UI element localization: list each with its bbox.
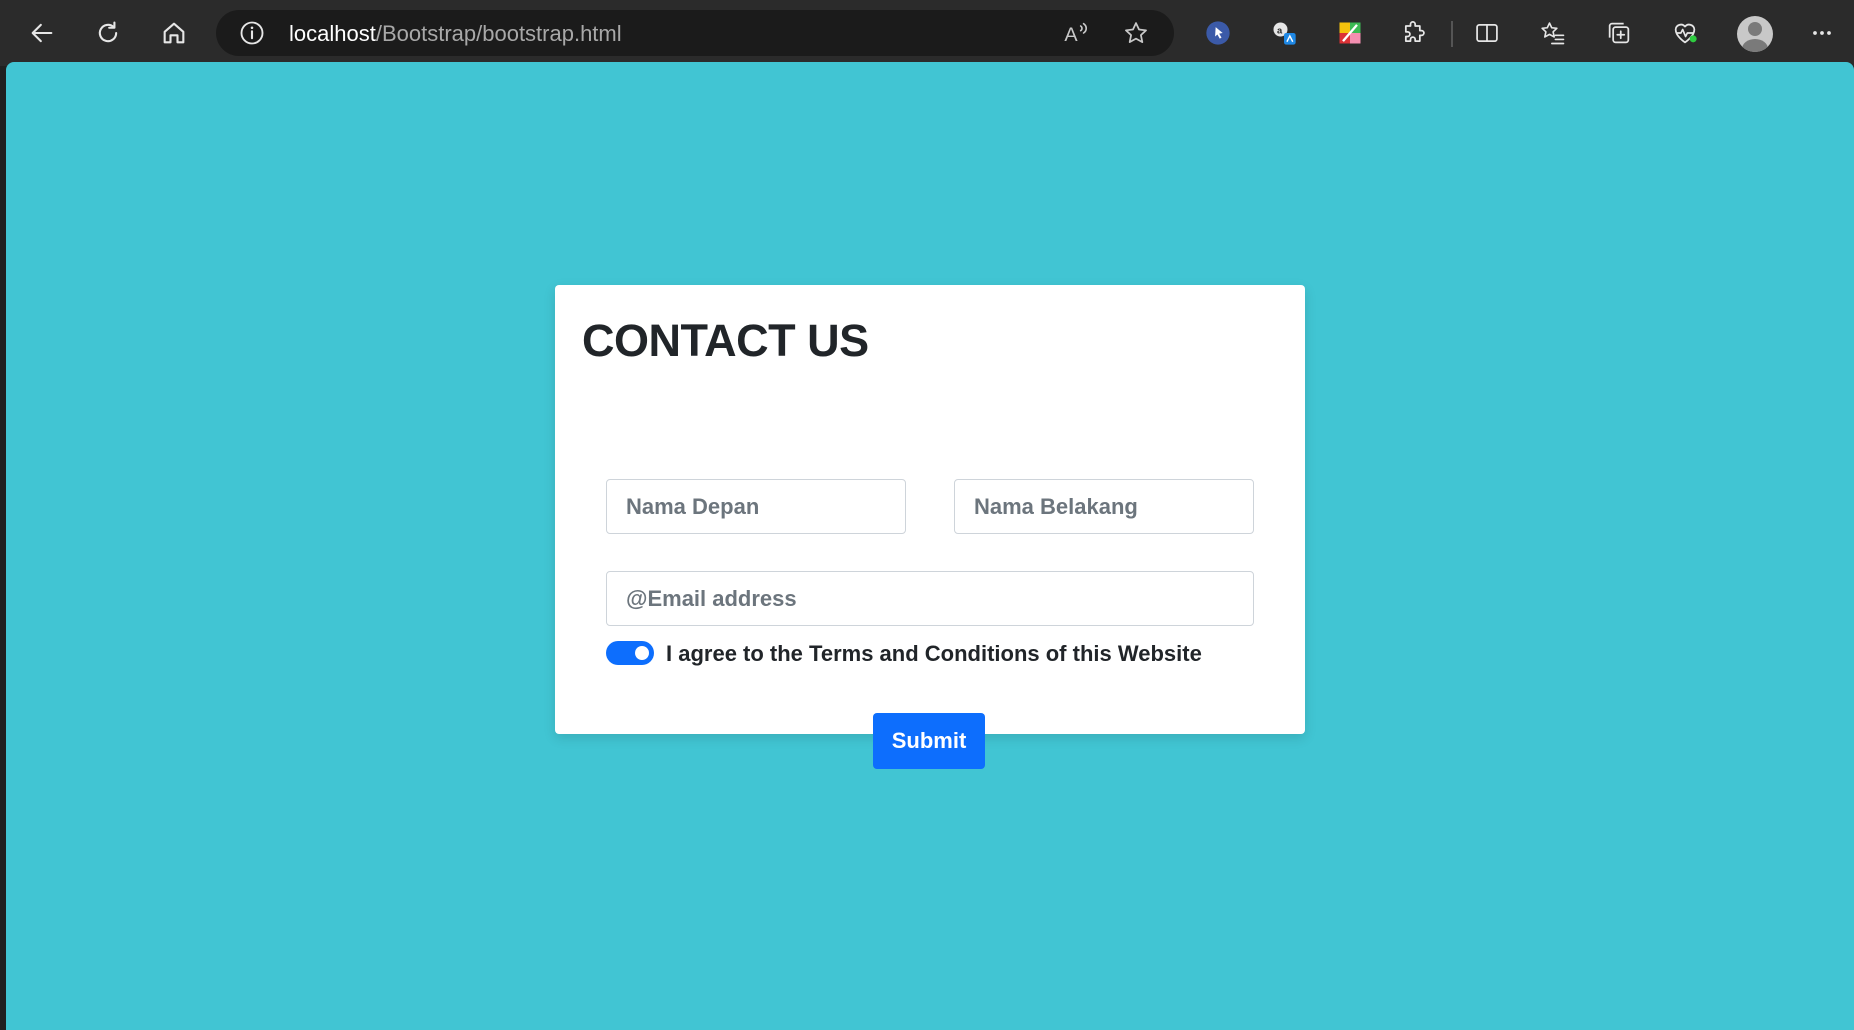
profile-avatar[interactable] — [1737, 16, 1773, 52]
more-menu-button[interactable] — [1800, 11, 1844, 55]
split-screen-icon — [1476, 23, 1498, 43]
split-screen-button[interactable] — [1465, 11, 1509, 55]
toolbar-divider — [1451, 21, 1453, 47]
refresh-icon — [98, 21, 118, 43]
address-bar[interactable]: localhost/Bootstrap/bootstrap.html A — [216, 10, 1174, 56]
favorites-button[interactable] — [1531, 11, 1575, 55]
cursor-extension-icon — [1206, 21, 1230, 45]
collections-icon — [1608, 22, 1630, 44]
info-icon[interactable] — [238, 19, 266, 47]
extension-translate-button[interactable]: a — [1262, 11, 1306, 55]
colorful-extension-icon — [1339, 22, 1361, 44]
refresh-button[interactable] — [86, 11, 130, 55]
first-name-input[interactable] — [606, 479, 906, 534]
more-dots-icon — [1813, 31, 1831, 35]
collections-button[interactable] — [1597, 11, 1641, 55]
url-host: localhost — [289, 21, 376, 46]
home-button[interactable] — [152, 11, 196, 55]
browser-essentials-button[interactable] — [1663, 11, 1707, 55]
email-input[interactable] — [606, 571, 1254, 626]
extensions-button[interactable] — [1392, 11, 1436, 55]
heart-pulse-icon — [1674, 23, 1697, 44]
url-text: localhost/Bootstrap/bootstrap.html — [289, 21, 622, 47]
home-icon — [163, 22, 185, 44]
read-aloud-icon[interactable]: A — [1062, 19, 1090, 47]
back-button[interactable] — [20, 11, 64, 55]
last-name-input[interactable] — [954, 479, 1254, 534]
terms-toggle-switch[interactable] — [606, 641, 654, 665]
favorite-star-icon[interactable] — [1122, 19, 1150, 47]
extension-colorful-button[interactable] — [1328, 11, 1372, 55]
page-viewport: CONTACT US I agree to the Terms and Cond… — [6, 62, 1854, 1030]
browser-toolbar: localhost/Bootstrap/bootstrap.html A a — [0, 0, 1854, 66]
contact-form-card: CONTACT US I agree to the Terms and Cond… — [555, 285, 1305, 769]
puzzle-icon — [1404, 21, 1425, 43]
terms-label[interactable]: I agree to the Terms and Conditions of t… — [666, 641, 1202, 667]
back-arrow-icon — [31, 23, 53, 43]
favorites-list-icon — [1541, 22, 1565, 45]
toggle-knob — [635, 646, 649, 660]
svg-text:A: A — [1064, 24, 1078, 46]
submit-button[interactable]: Submit — [873, 713, 985, 769]
translate-extension-icon: a — [1273, 22, 1296, 45]
extension-cursor-button[interactable] — [1196, 11, 1240, 55]
svg-text:a: a — [1277, 26, 1283, 36]
url-path: /Bootstrap/bootstrap.html — [375, 21, 622, 46]
page-title: CONTACT US — [582, 315, 869, 366]
